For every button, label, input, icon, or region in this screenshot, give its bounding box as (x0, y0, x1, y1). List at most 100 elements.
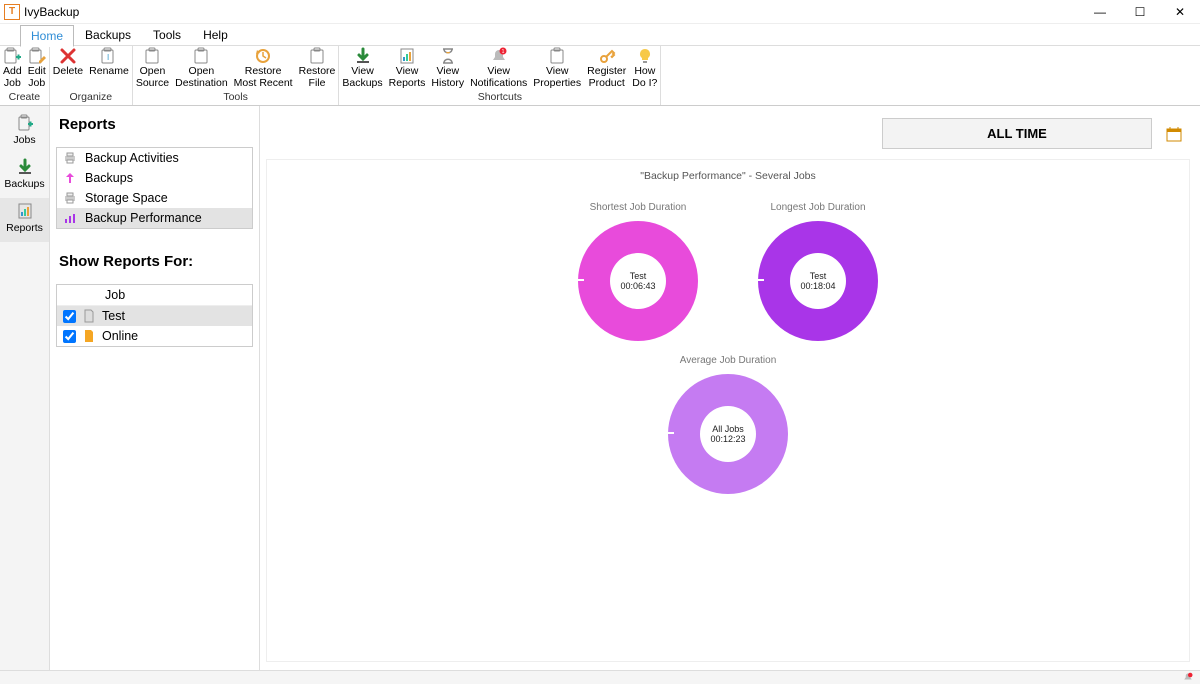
restore-recent-button[interactable]: RestoreMost Recent (231, 46, 296, 89)
down-green-icon (354, 47, 372, 65)
view-history-label1: View (436, 66, 459, 78)
clip-icon (308, 47, 326, 65)
pencil-icon (28, 47, 46, 65)
view-notifications-label1: View (487, 66, 510, 78)
how-do-i-label2: Do I? (632, 78, 657, 90)
job-checkbox-job-online[interactable] (63, 330, 76, 343)
open-destination-label1: Open (189, 66, 215, 78)
job-checkbox-job-test[interactable] (63, 310, 76, 323)
rail-backups[interactable]: Backups (0, 154, 49, 198)
how-do-i-button[interactable]: HowDo I? (629, 46, 660, 89)
menu-help[interactable]: Help (192, 24, 239, 46)
window-maximize[interactable]: ☐ (1120, 0, 1160, 24)
donut-longest: Longest Job Duration Test 00:18:04 (758, 202, 878, 341)
page-grey-icon (82, 309, 96, 323)
view-notifications-label2: Notifications (470, 78, 527, 90)
donut-average-value: 00:12:23 (710, 434, 745, 444)
open-source-button[interactable]: OpenSource (133, 46, 172, 89)
clip-icon (143, 47, 161, 65)
menu-tools[interactable]: Tools (142, 24, 192, 46)
donut-shortest-label: Shortest Job Duration (590, 202, 687, 213)
ribbon-group-shortcuts: ViewBackupsViewReportsViewHistory1ViewNo… (339, 46, 661, 105)
open-destination-label2: Destination (175, 78, 228, 90)
report-row-label: Storage Space (85, 191, 168, 205)
ribbon-group-organize: DeleteIRename Organize (50, 46, 133, 105)
view-history-label2: History (431, 78, 464, 90)
report-content: ALL TIME "Backup Performance" - Several … (260, 106, 1200, 670)
add-job-button[interactable]: AddJob (0, 46, 25, 89)
report-row-backup-performance[interactable]: Backup Performance (57, 208, 252, 228)
restore-recent-label2: Most Recent (234, 78, 293, 90)
report-row-backup-activities[interactable]: Backup Activities (57, 148, 252, 168)
menu-backups[interactable]: Backups (74, 24, 142, 46)
view-properties-label2: Properties (533, 78, 581, 90)
clip-plus-icon (16, 114, 34, 132)
open-destination-button[interactable]: OpenDestination (172, 46, 231, 89)
view-reports-button[interactable]: ViewReports (386, 46, 429, 89)
open-source-label2: Source (136, 78, 169, 90)
menu-home[interactable]: Home (20, 25, 74, 47)
view-backups-button[interactable]: ViewBackups (339, 46, 385, 89)
add-job-label1: Add (3, 66, 22, 78)
report-row-label: Backups (85, 171, 133, 185)
restore-file-label1: Restore (299, 66, 336, 78)
how-do-i-label1: How (634, 66, 655, 78)
page-orange-icon (82, 329, 96, 343)
view-history-button[interactable]: ViewHistory (428, 46, 467, 89)
report-icon (398, 47, 416, 65)
report-row-storage-space[interactable]: Storage Space (57, 188, 252, 208)
report-row-backups-report[interactable]: Backups (57, 168, 252, 188)
restore-icon (254, 47, 272, 65)
view-properties-button[interactable]: ViewProperties (530, 46, 584, 89)
menu-bar: Home Backups Tools Help (0, 24, 1200, 46)
edit-job-button[interactable]: EditJob (25, 46, 49, 89)
notification-bell-icon[interactable] (1182, 672, 1194, 684)
jobs-filter-header: Job (57, 285, 252, 306)
donut-average: Average Job Duration All Jobs 00:12:23 (668, 355, 788, 494)
donut-longest-name: Test (810, 271, 827, 281)
donut-longest-value: 00:18:04 (800, 281, 835, 291)
status-bar (0, 670, 1200, 684)
up-pink-icon (63, 171, 77, 185)
calendar-icon[interactable] (1166, 126, 1182, 142)
delete-button[interactable]: Delete (50, 46, 86, 78)
restore-recent-label1: Restore (245, 66, 282, 78)
ribbon-group-label: Organize (70, 91, 113, 105)
register-product-label2: Product (589, 78, 625, 90)
ribbon-toolbar: AddJobEditJobCreateDeleteIRenameOrganize… (0, 46, 1200, 106)
window-close[interactable]: ✕ (1160, 0, 1200, 24)
view-notifications-button[interactable]: 1 ViewNotifications (467, 46, 530, 89)
job-row-label: Online (102, 329, 138, 343)
donut-average-label: Average Job Duration (680, 355, 777, 366)
ribbon-group-label: Create (9, 91, 41, 105)
restore-file-button[interactable]: RestoreFile (296, 46, 339, 89)
app-title: IvyBackup (24, 5, 79, 19)
register-product-label1: Register (587, 66, 626, 78)
add-job-label2: Job (4, 78, 21, 90)
donut-shortest-name: Test (630, 271, 647, 281)
donut-shortest: Shortest Job Duration Test 00:06:43 (578, 202, 698, 341)
rail-reports[interactable]: Reports (0, 198, 49, 242)
view-backups-label1: View (351, 66, 374, 78)
rename-button[interactable]: IRename (86, 46, 132, 78)
donut-average-name: All Jobs (712, 424, 744, 434)
jobs-header-label: Job (105, 288, 125, 302)
charts-area: "Backup Performance" - Several Jobs Shor… (266, 159, 1190, 662)
left-rail: Jobs Backups Reports (0, 106, 50, 670)
title-bar: T IvyBackup — ☐ ✕ (0, 0, 1200, 24)
chart-icon (63, 211, 77, 225)
app-icon: T (4, 4, 20, 20)
report-row-label: Backup Activities (85, 151, 179, 165)
ribbon-group-tools: OpenSourceOpenDestinationRestoreMost Rec… (133, 46, 340, 105)
window-minimize[interactable]: — (1080, 0, 1120, 24)
svg-text:I: I (107, 53, 109, 62)
rail-jobs[interactable]: Jobs (0, 110, 49, 154)
rail-backups-label: Backups (4, 178, 44, 190)
time-filter-button[interactable]: ALL TIME (882, 118, 1152, 149)
ribbon-group-label: Tools (223, 91, 248, 105)
job-row-job-online[interactable]: Online (57, 326, 252, 346)
svg-text:1: 1 (501, 49, 504, 55)
job-row-job-test[interactable]: Test (57, 306, 252, 326)
report-row-label: Backup Performance (85, 211, 202, 225)
register-product-button[interactable]: RegisterProduct (584, 46, 629, 89)
